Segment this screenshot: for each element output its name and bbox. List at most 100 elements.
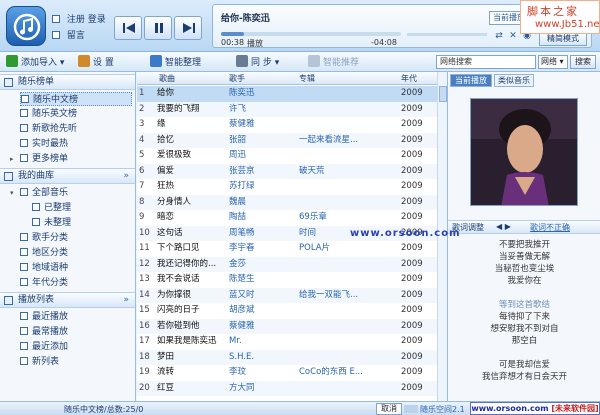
play-status: 播放 [247,39,263,48]
sidebar-item[interactable]: 歌手分类 [20,231,132,245]
song-artist: 方大同 [229,382,255,393]
library-header[interactable]: 我的曲库» [0,168,135,184]
song-year: 2009 [401,367,423,377]
expand-icon[interactable]: ▾ [10,186,14,200]
cancel-button[interactable]: 取消 [376,403,402,415]
login-link[interactable]: 登录 [88,15,106,25]
table-row[interactable]: 4 拾忆 张韶 一起来看流星... 2009 [137,132,437,148]
pause-icon [155,23,163,33]
table-row[interactable]: 9 暗恋 陶喆 69乐章 2009 [137,210,437,226]
collapse-chevron-icon[interactable]: » [123,293,129,307]
repeat-icon[interactable]: ⇄ [493,30,505,42]
song-year: 2009 [401,134,423,145]
song-number: 12 [139,258,150,269]
song-artist: 李宇春 [229,243,255,253]
song-title: 暗恋 [157,212,175,222]
table-row[interactable]: 3 缘 蔡健雅 2009 [137,117,437,133]
sidebar-item[interactable]: 已整理 [32,201,135,215]
sidebar-item[interactable]: 最近播放 [20,310,132,324]
smart-organize-button[interactable]: 智能整理 [150,55,201,68]
space-link[interactable]: 随乐空间2.1 [420,404,465,415]
table-row[interactable]: 18 梦田 S.H.E. 2009 [137,349,437,365]
add-import-button[interactable]: 添加导入 ▾ [6,55,64,68]
sidebar-item[interactable]: 最常播放 [20,325,132,339]
sidebar-item[interactable]: 地区分类 [20,246,132,260]
song-year: 2009 [401,88,423,98]
lyric-line: 每待抑了下来 [498,312,550,322]
table-row[interactable]: 12 我还记得你的... 金莎 2009 [137,256,437,272]
scrollbar-thumb[interactable] [439,86,447,102]
col-year[interactable]: 年代 [401,72,417,85]
table-row[interactable]: 5 爱很极致 周迅 2009 [137,148,437,164]
lyric-error-link[interactable]: 歌词不正确 [530,222,570,233]
song-title: 偏爱 [157,165,175,176]
table-row[interactable]: 14 为你撑很 蓝又时 给我一双能飞... 2009 [137,287,437,303]
table-row[interactable]: 19 流转 李玟 CoCo的东西 E... 2009 [137,365,437,381]
song-album: 69乐章 [299,212,327,222]
lyric-offset-arrows[interactable]: ◀ ▶ [496,222,511,231]
table-row[interactable]: 8 分身情人 魏晨 2009 [137,194,437,210]
song-number: 9 [139,212,145,222]
song-number: 20 [139,382,150,393]
song-artist: 陈奕迅 [229,88,255,98]
col-title[interactable]: 歌曲 [159,72,175,85]
sidebar-item[interactable]: ▸ 更多榜单 [10,152,132,166]
search-input[interactable]: 网络搜索 [436,55,536,69]
sidebar-item[interactable]: 随乐中文榜 [20,92,132,106]
list-icon [32,203,40,211]
expand-icon[interactable]: ▸ [10,152,14,166]
settings-button[interactable]: 设 置 [78,55,114,68]
message-icon [52,31,60,39]
table-row[interactable]: 1 给你 陈奕迅 2009 [137,86,437,102]
collapse-chevron-icon[interactable]: » [123,169,129,183]
playlist-list-header[interactable]: 播放列表» [0,292,135,308]
list-icon [20,248,28,256]
sidebar-item[interactable]: 未整理 [32,216,135,230]
table-row[interactable]: 15 闪亮的日子 胡彦斌 2009 [137,303,437,319]
sidebar-item[interactable]: 地域语种 [20,261,132,275]
pause-button[interactable] [144,16,172,40]
compact-mode-button[interactable]: 精简模式 [539,32,587,46]
table-row[interactable]: 7 狂热 苏打绿 2009 [137,179,437,195]
song-year: 2009 [401,258,423,269]
tab-now-playing[interactable]: 当前播放 [450,74,492,87]
playlist-header[interactable]: 随乐榜单 [0,74,135,90]
library-icon [4,172,13,181]
search-button[interactable]: 搜索 [570,55,596,69]
register-link[interactable]: 注册 [67,15,85,25]
prev-button[interactable] [114,16,142,40]
table-row[interactable]: 17 如果我是陈奕迅 Mr. 2009 [137,334,437,350]
sync-button[interactable]: 同 步 ▾ [236,55,279,68]
sidebar-item[interactable]: ▾ 全部音乐 [10,186,132,200]
sidebar-item[interactable]: 年代分类 [20,276,132,290]
next-button[interactable] [174,16,202,40]
table-row[interactable]: 20 红豆 方大同 2009 [137,380,437,396]
status-text: 随乐中文榜/总数:25/0 [64,405,144,414]
song-artist: S.H.E. [229,351,255,362]
col-album[interactable]: 专辑 [299,72,315,85]
table-row[interactable]: 16 若你碰到他 蔡健雅 2009 [137,318,437,334]
table-row[interactable]: 2 我要的飞翔 许飞 2009 [137,101,437,117]
sidebar-item[interactable]: 随乐英文榜 [20,107,132,121]
watermark-top: 脚本之家 www.Jb51.net [520,0,600,34]
sidebar-item[interactable]: 新歌抢先听 [20,122,132,136]
table-row[interactable]: 13 我不会说话 陈楚生 2009 [137,272,437,288]
song-title: 分身情人 [157,196,192,207]
shuffle-icon[interactable]: ✕ [507,30,519,42]
sidebar-item[interactable]: 新列表 [20,355,132,369]
album-cover [470,98,578,206]
lyric-toolbar: 歌词调整 ◀ ▶ 歌词不正确 [448,220,600,234]
search-scope-select[interactable]: 网络 ▾ [538,55,568,69]
wrench-icon [78,55,90,67]
col-artist[interactable]: 歌手 [229,72,245,85]
progress-bar[interactable] [221,32,401,36]
message-link[interactable]: 留言 [67,31,85,41]
smart-recommend-button[interactable]: 智能推荐 [308,55,359,68]
table-row[interactable]: 6 偏爱 张芸京 破天荒 2009 [137,163,437,179]
sidebar-item[interactable]: 实时最热 [20,137,132,151]
song-title: 为你撑很 [157,289,192,300]
volume-slider[interactable] [407,33,487,36]
sidebar-item[interactable]: 最近添加 [20,340,132,354]
table-row[interactable]: 11 下个路口见 李宇春 POLA片 2009 [137,241,437,257]
tab-similar-music[interactable]: 类似音乐 [494,74,534,87]
